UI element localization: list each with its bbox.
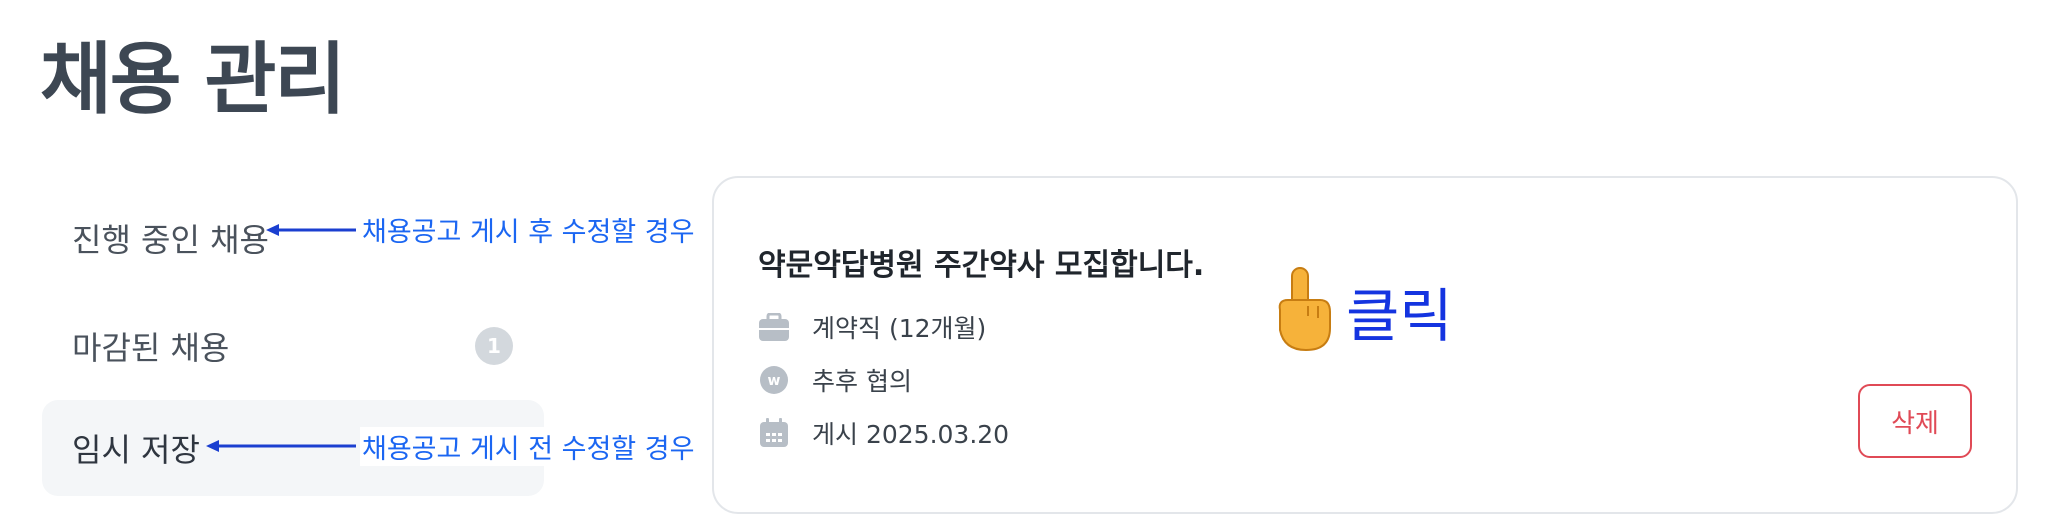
sidebar-item-closed[interactable]: 마감된 채용 1: [42, 298, 544, 394]
calendar-icon: [758, 417, 790, 449]
sidebar-item-label: 임시 저장: [72, 431, 200, 469]
posted-date-row: 게시 2025.03.20: [758, 416, 1009, 450]
delete-button[interactable]: 삭제: [1858, 384, 1972, 458]
annotation-in-progress: 채용공고 게시 후 수정할 경우: [360, 210, 697, 249]
won-icon: w: [758, 364, 790, 396]
svg-text:w: w: [768, 373, 781, 389]
click-hint-label: 클릭: [1346, 282, 1453, 350]
employment-type-row: 계약직 (12개월): [758, 310, 986, 344]
count-badge: 1: [475, 327, 513, 365]
employment-type: 계약직 (12개월): [812, 314, 987, 343]
salary: 추후 협의: [812, 367, 912, 396]
click-hint: 클릭: [1270, 266, 1453, 356]
page-title: 채용 관리: [40, 35, 346, 125]
salary-row: w 추후 협의: [758, 363, 912, 397]
pointing-hand-icon: [1270, 266, 1334, 356]
job-title[interactable]: 약문약답병원 주간약사 모집합니다.: [758, 240, 1204, 284]
briefcase-icon: [758, 311, 790, 343]
job-card[interactable]: 약문약답병원 주간약사 모집합니다. 계약직 (12개월) w 추후 협의 게시…: [712, 176, 2018, 514]
annotation-arrow-in-progress: [266, 224, 356, 236]
sidebar-item-label: 진행 중인 채용: [72, 221, 269, 259]
annotation-arrow-draft: [206, 440, 356, 452]
posted-date: 게시 2025.03.20: [812, 420, 1010, 449]
annotation-draft: 채용공고 게시 전 수정할 경우: [360, 427, 697, 466]
sidebar-item-label: 마감된 채용: [72, 329, 230, 367]
